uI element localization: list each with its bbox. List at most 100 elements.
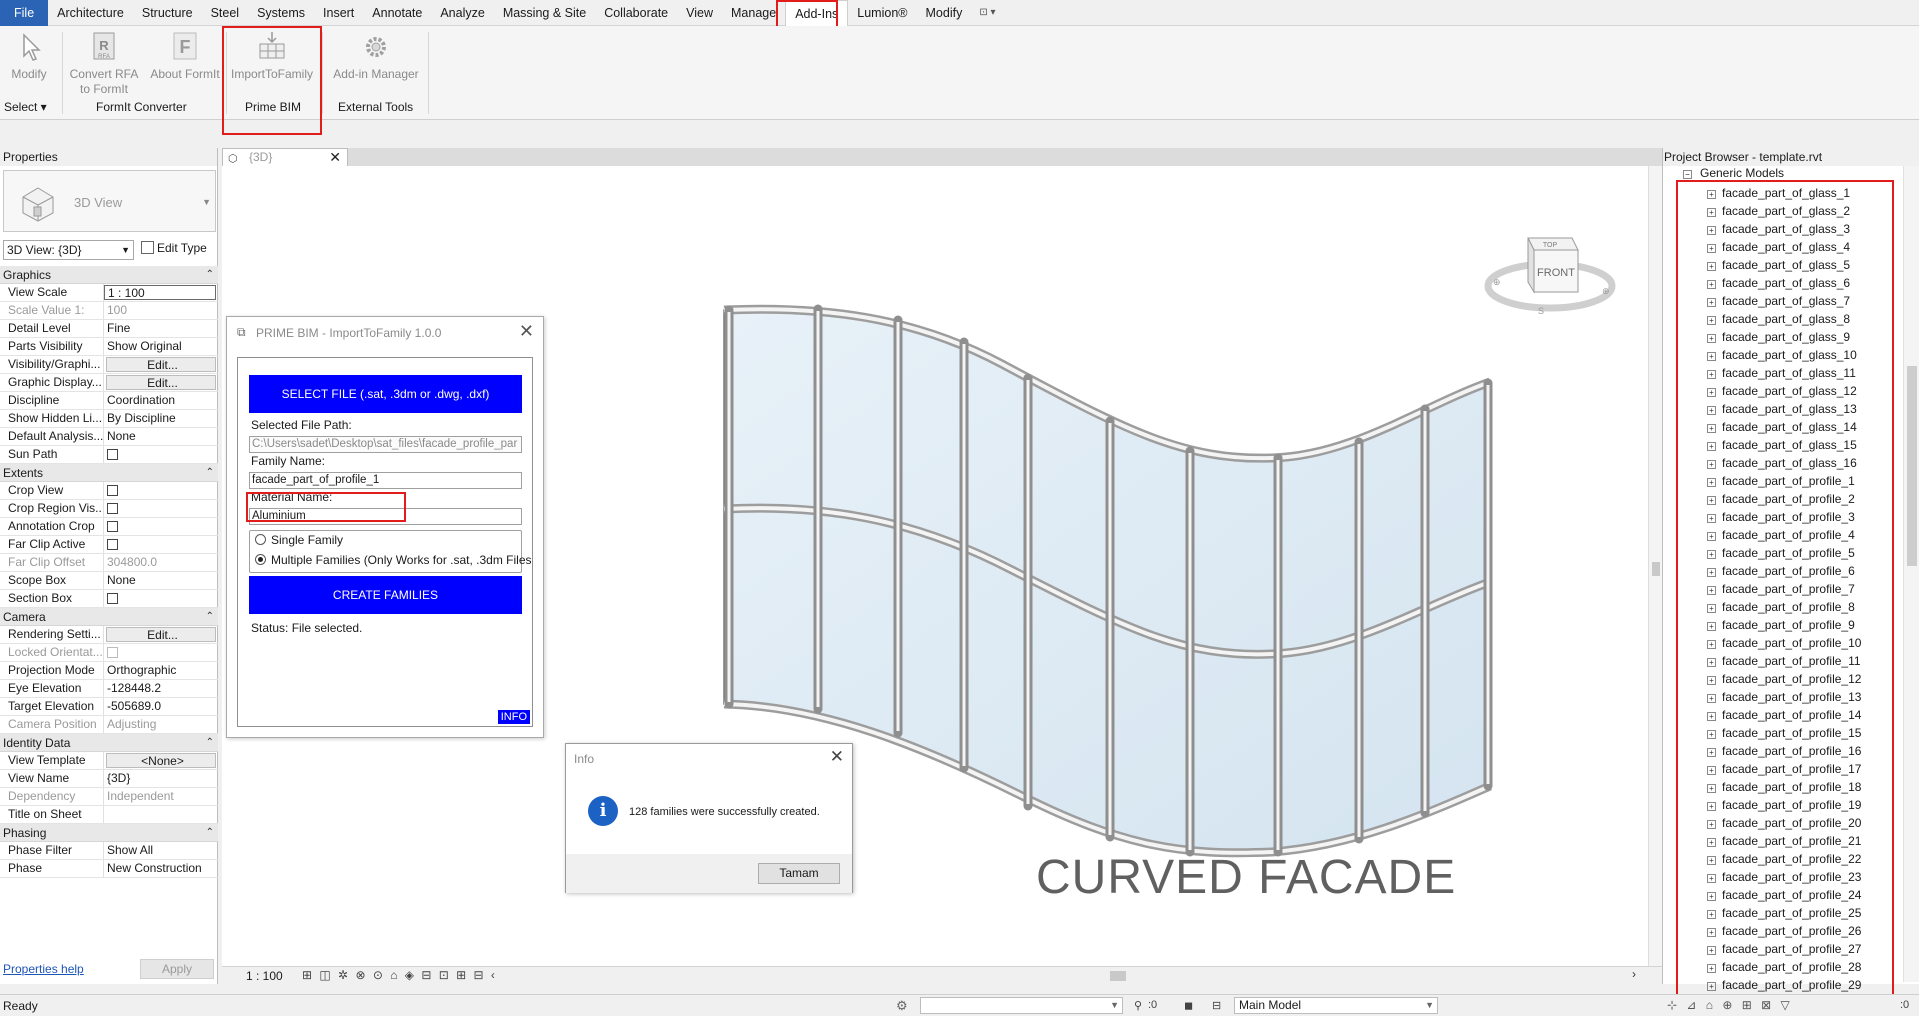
expand-icon[interactable]: + [1707, 532, 1716, 541]
sun-path-checkbox[interactable] [107, 449, 118, 460]
tree-item-family[interactable]: + facade_part_of_glass_11 [1707, 364, 1861, 382]
properties-help-link[interactable]: Properties help [3, 962, 84, 976]
tree-item-family[interactable]: + facade_part_of_profile_20 [1707, 814, 1861, 832]
scrollbar-thumb[interactable] [1652, 562, 1660, 576]
expand-icon[interactable]: + [1707, 982, 1716, 991]
tree-item-family[interactable]: + facade_part_of_glass_7 [1707, 292, 1861, 310]
expand-icon[interactable]: + [1707, 694, 1716, 703]
tree-item-family[interactable]: + facade_part_of_profile_18 [1707, 778, 1861, 796]
tree-item-family[interactable]: + facade_part_of_glass_8 [1707, 310, 1861, 328]
prop-value[interactable]: {3D} [104, 770, 218, 787]
tab-systems[interactable]: Systems [248, 0, 314, 26]
tree-item-family[interactable]: + facade_part_of_glass_6 [1707, 274, 1861, 292]
expand-icon[interactable]: + [1707, 820, 1716, 829]
expand-icon[interactable]: + [1707, 604, 1716, 613]
info-tag[interactable]: INFO [497, 710, 530, 724]
single-family-radio[interactable]: Single Family [255, 533, 343, 547]
expand-icon[interactable]: + [1707, 748, 1716, 757]
expand-icon[interactable]: + [1707, 658, 1716, 667]
modify-button[interactable]: Modify [6, 30, 52, 82]
expand-icon[interactable]: + [1707, 838, 1716, 847]
worksets-icon[interactable]: ⚙ [896, 998, 908, 1014]
section-graphics[interactable]: Graphics ⌃ [0, 266, 218, 284]
expand-icon[interactable]: + [1707, 892, 1716, 901]
tree-item-family[interactable]: + facade_part_of_profile_22 [1707, 850, 1861, 868]
prop-value[interactable]: -128448.2 [104, 680, 218, 697]
tree-item-family[interactable]: + facade_part_of_profile_17 [1707, 760, 1861, 778]
horizontal-scrollbar-thumb[interactable] [1110, 971, 1126, 981]
view-scale-control[interactable]: 1 : 100 [246, 969, 283, 983]
tree-item-family[interactable]: + facade_part_of_glass_16 [1707, 454, 1861, 472]
prop-value[interactable]: Fine [104, 320, 218, 337]
tab-modify[interactable]: Modify [917, 0, 972, 26]
expand-icon[interactable]: + [1707, 370, 1716, 379]
section-identity-data[interactable]: Identity Data ⌃ [0, 734, 218, 752]
expand-icon[interactable]: + [1707, 406, 1716, 415]
far-clip-active-checkbox[interactable] [107, 539, 118, 550]
tab-structure[interactable]: Structure [133, 0, 202, 26]
close-icon[interactable]: ✕ [830, 747, 844, 767]
expand-icon[interactable]: + [1707, 802, 1716, 811]
tree-item-family[interactable]: + facade_part_of_profile_24 [1707, 886, 1861, 904]
tree-item-family[interactable]: + facade_part_of_profile_9 [1707, 616, 1861, 634]
quick-access-dropdown[interactable]: ⊡ ▾ [979, 7, 995, 18]
expand-icon[interactable]: + [1707, 964, 1716, 973]
apply-button[interactable]: Apply [140, 959, 214, 979]
tab-collaborate[interactable]: Collaborate [595, 0, 677, 26]
tree-item-family[interactable]: + facade_part_of_glass_13 [1707, 400, 1861, 418]
expand-icon[interactable]: + [1707, 676, 1716, 685]
tree-item-family[interactable]: + facade_part_of_profile_1 [1707, 472, 1861, 490]
prop-value[interactable]: Show All [104, 842, 218, 859]
tree-item-family[interactable]: + facade_part_of_glass_10 [1707, 346, 1861, 364]
tree-node-generic-models[interactable]: − Generic Models [1683, 166, 1784, 180]
section-extents[interactable]: Extents ⌃ [0, 464, 218, 482]
prop-value[interactable]: None [104, 428, 218, 445]
expand-icon[interactable]: + [1707, 316, 1716, 325]
tree-item-family[interactable]: + facade_part_of_profile_5 [1707, 544, 1861, 562]
expand-icon[interactable]: + [1707, 856, 1716, 865]
tree-item-family[interactable]: + facade_part_of_profile_27 [1707, 940, 1861, 958]
convert-rfa-button[interactable]: R RFA Convert RFA to FormIt [66, 30, 142, 97]
tree-item-family[interactable]: + facade_part_of_glass_9 [1707, 328, 1861, 346]
tree-item-family[interactable]: + facade_part_of_profile_7 [1707, 580, 1861, 598]
tab-file[interactable]: File [0, 0, 49, 26]
tab-annotate[interactable]: Annotate [363, 0, 431, 26]
tree-item-family[interactable]: + facade_part_of_profile_19 [1707, 796, 1861, 814]
addin-manager-button[interactable]: Add-in Manager [326, 30, 426, 82]
tree-item-family[interactable]: + facade_part_of_glass_5 [1707, 256, 1861, 274]
tab-architecture[interactable]: Architecture [48, 0, 133, 26]
workset-combo[interactable]: ▼ [920, 997, 1123, 1014]
create-families-button[interactable]: CREATE FAMILIES [249, 576, 522, 614]
graphic-display-edit-button[interactable]: Edit... [106, 375, 216, 390]
annotation-crop-checkbox[interactable] [107, 521, 118, 532]
vg-edit-button[interactable]: Edit... [106, 357, 216, 372]
crop-region-visible-checkbox[interactable] [107, 503, 118, 514]
section-box-checkbox[interactable] [107, 593, 118, 604]
close-icon[interactable]: ✕ [329, 149, 341, 166]
expand-icon[interactable]: + [1707, 910, 1716, 919]
tab-manage[interactable]: Manage [722, 0, 785, 26]
expand-icon[interactable]: + [1707, 352, 1716, 361]
tree-item-family[interactable]: + facade_part_of_profile_4 [1707, 526, 1861, 544]
expand-icon[interactable]: + [1707, 586, 1716, 595]
tree-item-family[interactable]: + facade_part_of_profile_15 [1707, 724, 1861, 742]
ok-button[interactable]: Tamam [758, 863, 840, 884]
expand-icon[interactable]: + [1707, 784, 1716, 793]
expand-icon[interactable]: + [1707, 766, 1716, 775]
expand-icon[interactable]: + [1707, 460, 1716, 469]
material-name-field[interactable]: Aluminium [249, 508, 522, 525]
view-control-icons[interactable]: ⊞ ◫ ✲ ⊗ ⊙ ⌂ ◈ ⊟ ⊡ ⊞ ⊟ ‹ [302, 968, 497, 982]
viewport-vertical-scrollbar[interactable] [1648, 166, 1662, 966]
view-instance-selector[interactable]: 3D View: {3D} ▼ [3, 240, 134, 260]
tree-item-family[interactable]: + facade_part_of_profile_21 [1707, 832, 1861, 850]
expand-icon[interactable]: + [1707, 244, 1716, 253]
tab-massing-site[interactable]: Massing & Site [494, 0, 595, 26]
close-icon[interactable]: ✕ [519, 321, 534, 342]
type-selector[interactable]: 3D View ▼ [3, 170, 216, 232]
prop-value[interactable]: By Discipline [104, 410, 218, 427]
rendering-settings-edit-button[interactable]: Edit... [106, 627, 216, 642]
scroll-right-icon[interactable]: › [1632, 967, 1636, 981]
prop-value[interactable]: New Construction [104, 860, 218, 877]
family-name-field[interactable]: facade_part_of_profile_1 [249, 472, 522, 489]
expand-icon[interactable]: + [1707, 730, 1716, 739]
